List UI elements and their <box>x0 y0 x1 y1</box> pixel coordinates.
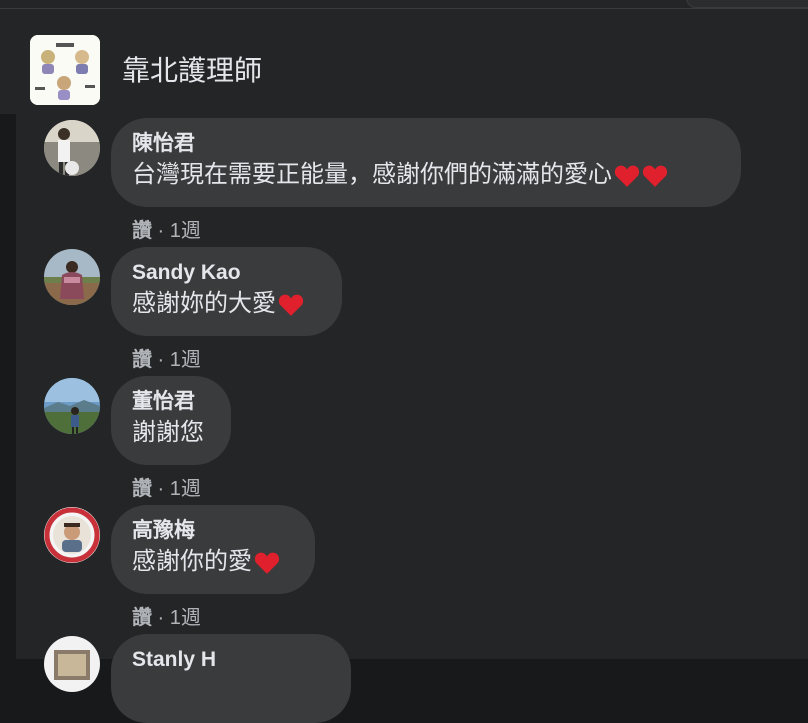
avatar-photo <box>44 636 100 692</box>
comment-bubble: 董怡君 謝謝您 <box>111 376 231 465</box>
heart-emoji-icon <box>278 294 304 316</box>
avatar[interactable] <box>44 120 100 176</box>
left-gutter <box>0 114 16 659</box>
comment-text-body: 感謝妳的大愛 <box>132 290 276 317</box>
comment-time[interactable]: 1週 <box>170 607 201 629</box>
search-field-edge[interactable] <box>686 0 808 8</box>
comment-bubble: Sandy Kao 感謝妳的大愛 <box>111 247 342 336</box>
comment-time[interactable]: 1週 <box>170 478 201 500</box>
heart-emoji-icon <box>642 165 668 187</box>
like-link[interactable]: 讚 <box>132 607 152 629</box>
page-avatar-illustration <box>30 35 100 105</box>
comment-time[interactable]: 1週 <box>170 349 201 371</box>
comment-text: 感謝妳的大愛 <box>132 288 321 320</box>
comment-author[interactable]: 陳怡君 <box>132 131 720 157</box>
meta-separator: · <box>152 349 170 371</box>
comment-meta: 讚 · 1週 <box>132 601 201 630</box>
like-link[interactable]: 讚 <box>132 220 152 242</box>
meta-separator: · <box>152 607 170 629</box>
comment-author[interactable]: Sandy Kao <box>132 260 321 286</box>
avatar-photo <box>44 120 100 176</box>
comment-text-body: 台灣現在需要正能量，感謝你們的滿滿的愛心 <box>132 161 612 188</box>
comment-meta: 讚 · 1週 <box>132 214 201 243</box>
comment-time[interactable]: 1週 <box>170 220 201 242</box>
comment-bubble: Stanly H <box>111 634 351 723</box>
page-name[interactable]: 靠北護理師 <box>122 49 262 89</box>
meta-separator: · <box>152 478 170 500</box>
meta-separator: · <box>152 220 170 242</box>
comment-bubble: 高豫梅 感謝你的愛 <box>111 505 315 594</box>
like-link[interactable]: 讚 <box>132 349 152 371</box>
like-link[interactable]: 讚 <box>132 478 152 500</box>
comment-text: 感謝你的愛 <box>132 546 294 578</box>
top-bar-edge <box>0 0 808 9</box>
avatar-photo <box>44 378 100 434</box>
comment-author[interactable]: 高豫梅 <box>132 518 294 544</box>
heart-emoji-icon <box>254 552 280 574</box>
comment-text: 台灣現在需要正能量，感謝你們的滿滿的愛心 <box>132 159 720 191</box>
comment-bubble: 陳怡君 台灣現在需要正能量，感謝你們的滿滿的愛心 <box>111 118 741 207</box>
comment-meta: 讚 · 1週 <box>132 472 201 501</box>
heart-emoji-icon <box>614 165 640 187</box>
page-avatar[interactable] <box>30 35 100 105</box>
comment-text-body: 謝謝您 <box>132 419 204 446</box>
avatar[interactable] <box>44 636 100 692</box>
avatar-photo <box>44 249 100 305</box>
avatar[interactable] <box>44 378 100 434</box>
avatar[interactable] <box>44 249 100 305</box>
avatar-photo <box>44 507 100 563</box>
avatar[interactable] <box>44 507 100 563</box>
comment-text-body: 感謝你的愛 <box>132 548 252 575</box>
post-header: 靠北護理師 <box>0 9 808 114</box>
comment-author[interactable]: 董怡君 <box>132 389 210 415</box>
comment-text: 謝謝您 <box>132 417 210 449</box>
comment-meta: 讚 · 1週 <box>132 343 201 372</box>
comment-author[interactable]: Stanly H <box>132 647 330 673</box>
comments-panel: 陳怡君 台灣現在需要正能量，感謝你們的滿滿的愛心 讚 · 1週 Sandy Ka… <box>16 114 808 723</box>
